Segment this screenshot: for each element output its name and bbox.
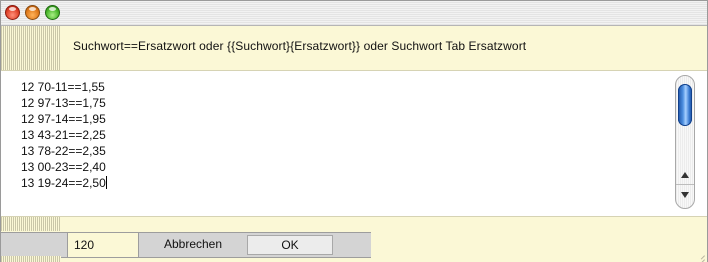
- minimize-button[interactable]: [25, 5, 40, 20]
- resize-handle-icon[interactable]: [695, 250, 705, 260]
- scroll-up-arrow-icon[interactable]: [681, 172, 689, 178]
- hint-bar: Suchwort==Ersatzwort oder {{Suchwort}{Er…: [1, 26, 707, 71]
- footer-grip-bottom: [1, 256, 61, 262]
- syntax-hint: Suchwort==Ersatzwort oder {{Suchwort}{Er…: [73, 39, 527, 53]
- footer-grip-top: [1, 217, 61, 231]
- scroll-down-arrow-icon[interactable]: [681, 192, 689, 198]
- scrollbar-thumb[interactable]: [678, 84, 692, 126]
- replacement-lines[interactable]: 12 70-11==1,55 12 97-13==1,75 12 97-14==…: [21, 79, 107, 191]
- text-line[interactable]: 13 43-21==2,25: [21, 127, 107, 143]
- text-line-last[interactable]: 13 19-24==2,50: [21, 175, 107, 191]
- cancel-button[interactable]: Abbrechen: [143, 235, 243, 255]
- footer-toolbar: 120 Abbrechen OK: [1, 232, 371, 258]
- hint-bar-grip: [1, 26, 61, 70]
- vertical-scrollbar[interactable]: [675, 75, 695, 209]
- replacement-list-window: Suchwort==Ersatzwort oder {{Suchwort}{Er…: [0, 0, 708, 262]
- replacement-text-area[interactable]: 12 70-11==1,55 12 97-13==1,75 12 97-14==…: [9, 73, 705, 213]
- text-line[interactable]: 12 97-14==1,95: [21, 111, 107, 127]
- text-line[interactable]: 12 70-11==1,55: [21, 79, 107, 95]
- zoom-button[interactable]: [45, 5, 60, 20]
- text-line-content[interactable]: 13 19-24==2,50: [21, 176, 106, 190]
- count-field[interactable]: 120: [67, 233, 139, 257]
- text-caret: [105, 176, 107, 189]
- title-bar[interactable]: [1, 1, 707, 26]
- ok-button[interactable]: OK: [247, 235, 333, 255]
- close-button[interactable]: [5, 5, 20, 20]
- footer-bar: 120 Abbrechen OK: [1, 216, 707, 262]
- text-line[interactable]: 13 78-22==2,35: [21, 143, 107, 159]
- scroll-arrow-divider: [676, 184, 694, 185]
- text-line[interactable]: 12 97-13==1,75: [21, 95, 107, 111]
- text-line[interactable]: 13 00-23==2,40: [21, 159, 107, 175]
